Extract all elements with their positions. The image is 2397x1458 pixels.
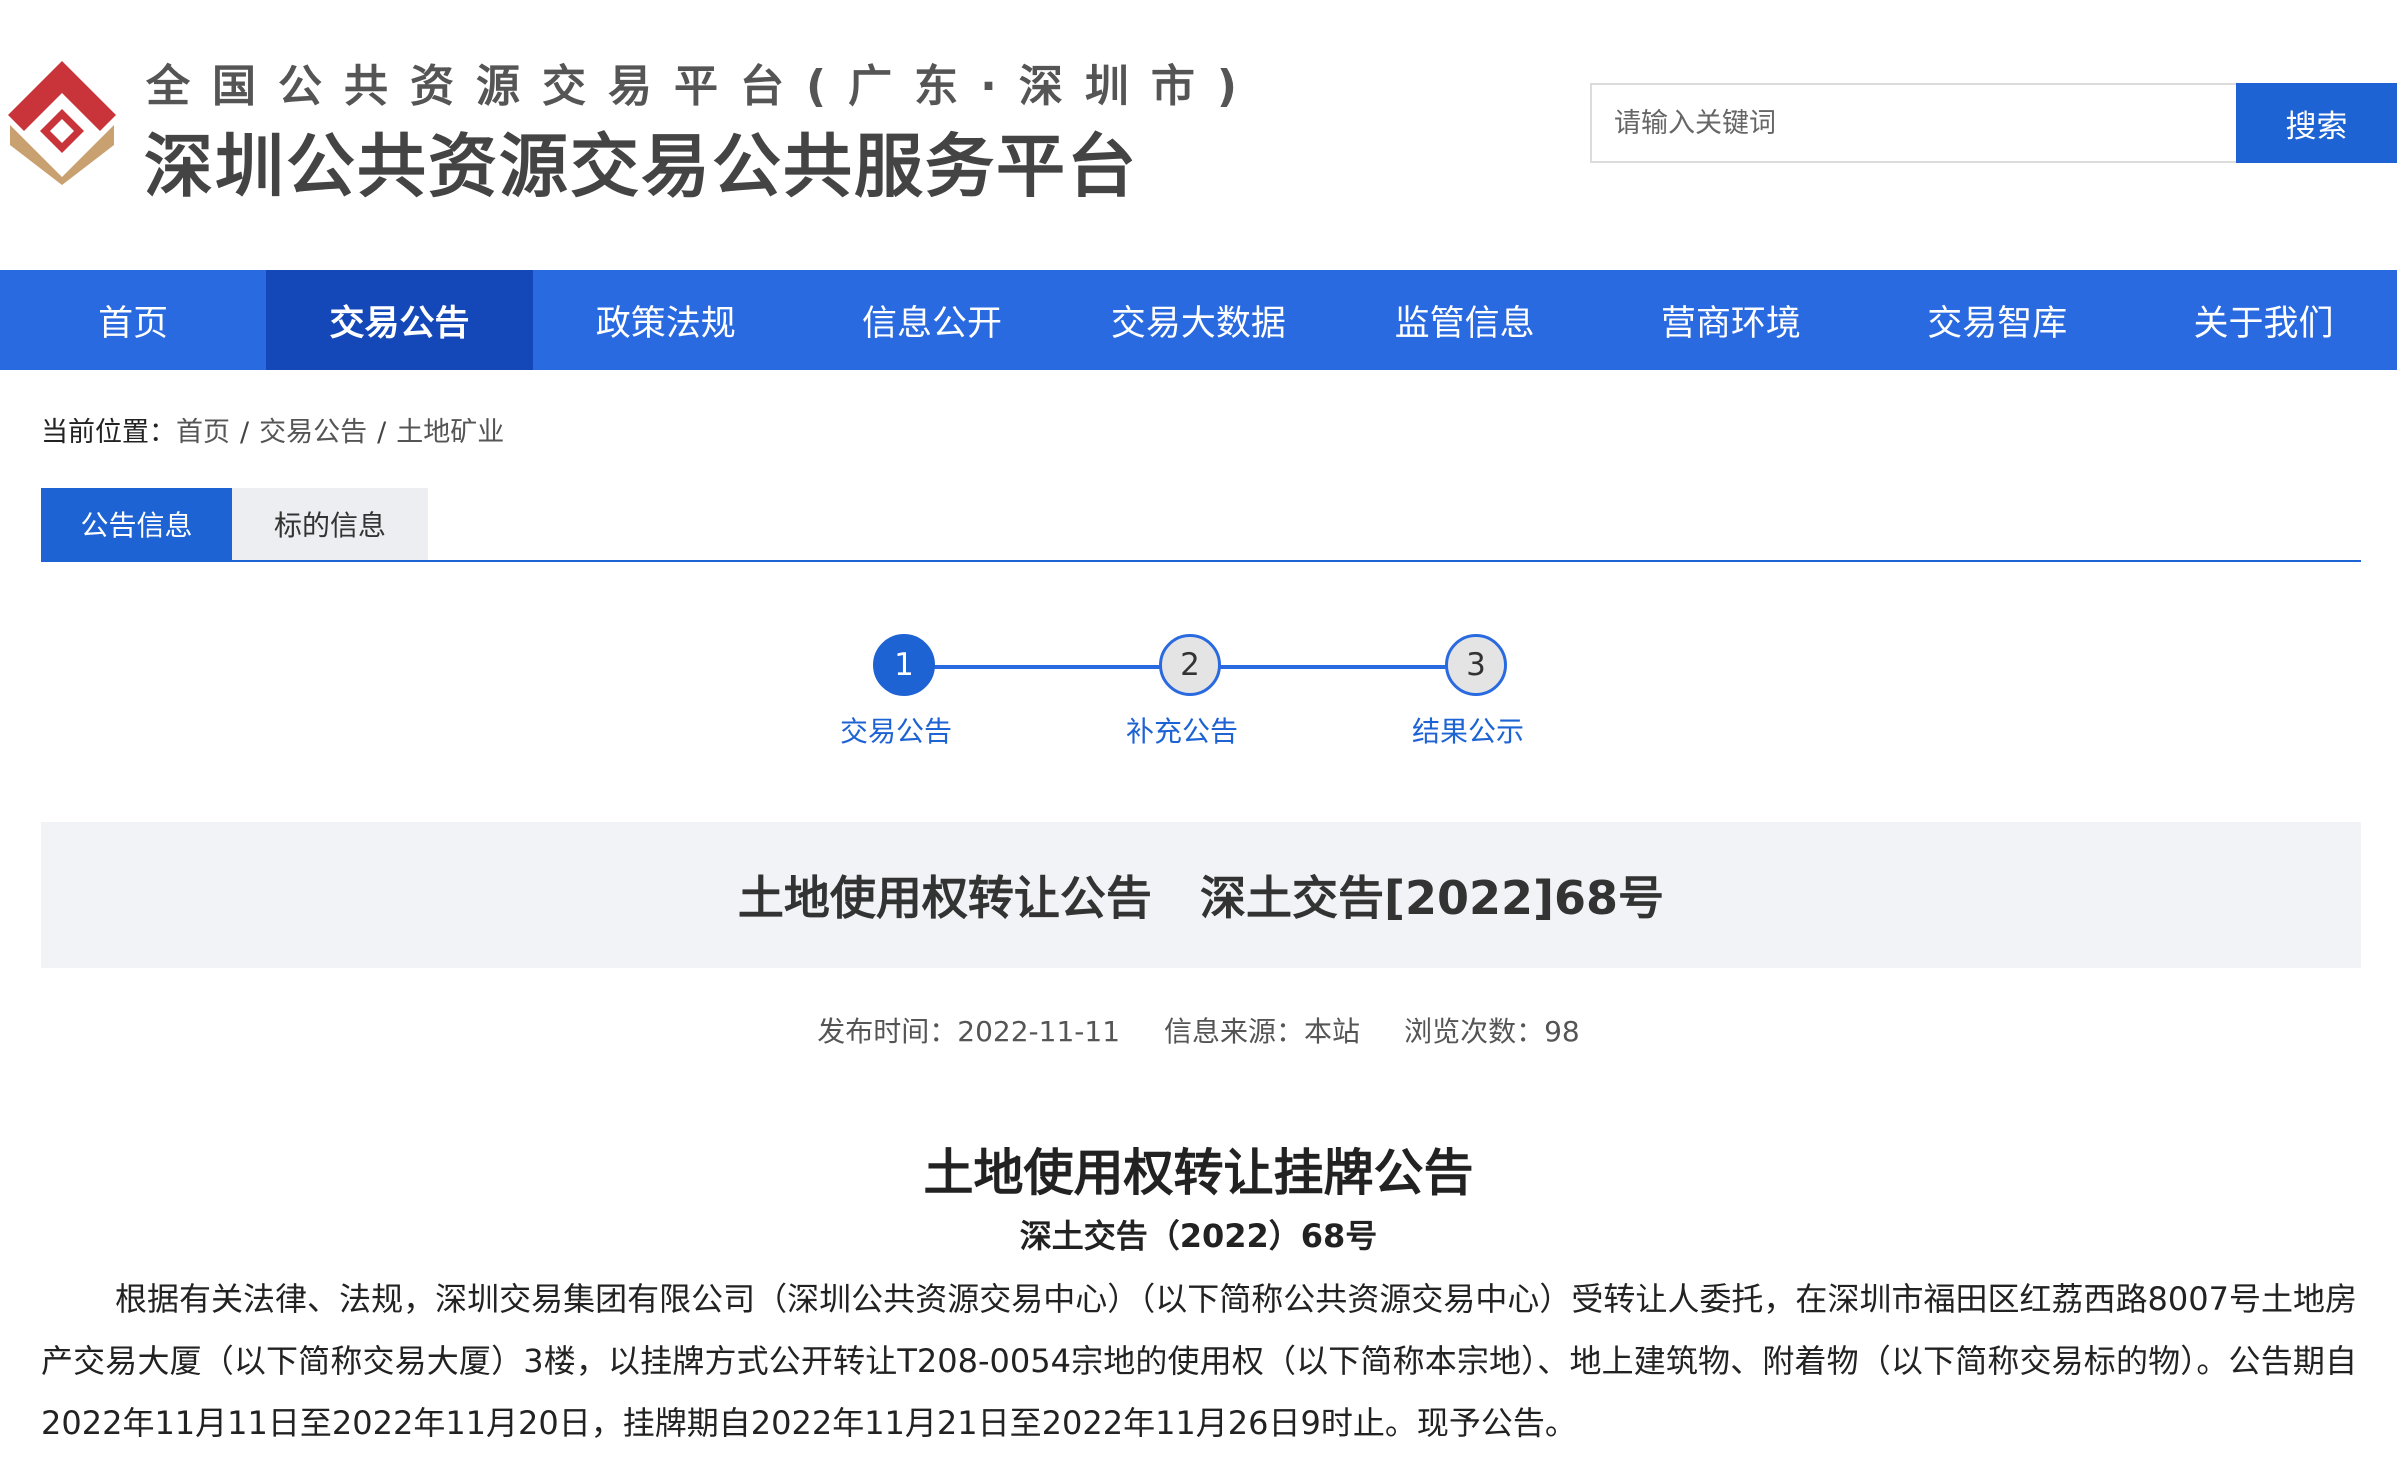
- info-tabs: 公告信息 标的信息: [41, 488, 2361, 562]
- step-connector: [1188, 665, 1475, 669]
- site-header: 全国公共资源交易平台(广东·深圳市) 深圳公共资源交易公共服务平台 搜索: [0, 0, 2397, 270]
- source-value: 本站: [1304, 1015, 1361, 1048]
- nav-item-info-disclosure[interactable]: 信息公开: [799, 270, 1065, 370]
- tab-subject-info[interactable]: 标的信息: [232, 488, 428, 560]
- step-connector: [904, 665, 1188, 669]
- site-logo-icon[interactable]: [0, 55, 124, 185]
- breadcrumb-separator: /: [240, 417, 250, 448]
- site-title[interactable]: 深圳公共资源交易公共服务平台: [144, 110, 1138, 210]
- step-2-circle[interactable]: 2: [1159, 634, 1221, 696]
- document-number: 深土交告（2022）68号: [1019, 1217, 1378, 1255]
- step-1-circle[interactable]: 1: [873, 634, 935, 696]
- breadcrumb-home[interactable]: 首页: [176, 417, 230, 448]
- nav-item-trade-notice[interactable]: 交易公告: [266, 270, 533, 370]
- main-nav: 首页 交易公告 政策法规 信息公开 交易大数据 监管信息 营商环境 交易智库 关…: [0, 270, 2397, 370]
- nav-item-big-data[interactable]: 交易大数据: [1065, 270, 1331, 370]
- step-3-label[interactable]: 结果公示: [1368, 710, 1568, 750]
- search-input[interactable]: [1590, 83, 2236, 163]
- breadcrumb-trade-notice[interactable]: 交易公告: [259, 417, 367, 448]
- views-value: 98: [1544, 1015, 1580, 1048]
- document-title: 土地使用权转让挂牌公告: [923, 1144, 1474, 1202]
- search-button[interactable]: 搜索: [2236, 83, 2397, 163]
- breadcrumb-label: 当前位置：: [41, 417, 176, 448]
- nav-item-about[interactable]: 关于我们: [2130, 270, 2396, 370]
- nav-item-business-env[interactable]: 营商环境: [1598, 270, 1864, 370]
- nav-item-home[interactable]: 首页: [0, 270, 266, 370]
- tab-notice-info[interactable]: 公告信息: [41, 488, 232, 560]
- notice-title: 土地使用权转让公告 深土交告[2022]68号: [737, 871, 1665, 925]
- site-subtitle: 全国公共资源交易平台(广东·深圳市): [146, 61, 1259, 112]
- nav-item-supervision[interactable]: 监管信息: [1331, 270, 1597, 370]
- source-label: 信息来源：: [1164, 1015, 1305, 1048]
- process-steps: 1 2 3 交易公告 补充公告 结果公示: [0, 600, 2397, 760]
- breadcrumb: 当前位置：首页 / 交易公告 / 土地矿业: [41, 410, 504, 449]
- publish-time-label: 发布时间：: [817, 1015, 958, 1048]
- nav-item-policy[interactable]: 政策法规: [533, 270, 799, 370]
- nav-item-think-tank[interactable]: 交易智库: [1864, 270, 2130, 370]
- breadcrumb-land-mining[interactable]: 土地矿业: [396, 417, 504, 448]
- notice-meta: 发布时间：2022-11-11 信息来源：本站 浏览次数：98: [0, 1010, 2397, 1050]
- views-label: 浏览次数：: [1404, 1015, 1545, 1048]
- breadcrumb-separator: /: [377, 417, 387, 448]
- step-2-label[interactable]: 补充公告: [1082, 710, 1282, 750]
- publish-time-value: 2022-11-11: [957, 1015, 1121, 1048]
- step-3-circle[interactable]: 3: [1445, 634, 1507, 696]
- document-body: 根据有关法律、法规，深圳交易集团有限公司（深圳公共资源交易中心）（以下简称公共资…: [41, 1280, 2357, 1442]
- step-1-label[interactable]: 交易公告: [796, 710, 996, 750]
- notice-title-box: 土地使用权转让公告 深土交告[2022]68号: [41, 822, 2361, 968]
